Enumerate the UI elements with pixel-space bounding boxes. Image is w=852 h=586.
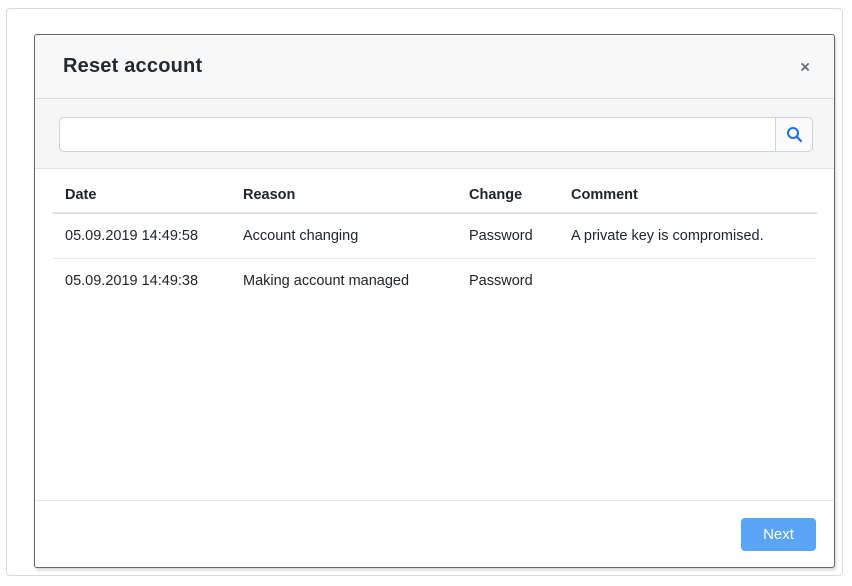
cell-comment: A private key is compromised. <box>558 213 817 259</box>
cell-change: Password <box>456 213 558 259</box>
table-header-row: Date Reason Change Comment <box>52 177 817 213</box>
table-row[interactable]: 05.09.2019 14:49:38 Making account manag… <box>52 259 817 304</box>
magnifier-icon <box>786 126 803 143</box>
search-button[interactable] <box>775 117 813 152</box>
window-frame: Reset account × <box>6 8 843 576</box>
search-section <box>35 99 834 169</box>
close-button[interactable]: × <box>794 54 816 79</box>
cell-reason: Making account managed <box>230 259 456 304</box>
reset-account-dialog: Reset account × <box>34 34 835 568</box>
cell-change: Password <box>456 259 558 304</box>
table-row[interactable]: 05.09.2019 14:49:58 Account changing Pas… <box>52 213 817 259</box>
dialog-title: Reset account <box>63 55 202 78</box>
close-icon: × <box>800 57 810 76</box>
history-table-section: Date Reason Change Comment 05.09.2019 14… <box>35 169 834 500</box>
search-input-group <box>59 117 813 152</box>
column-header-date: Date <box>52 177 230 213</box>
cell-reason: Account changing <box>230 213 456 259</box>
search-input[interactable] <box>59 117 776 152</box>
column-header-change: Change <box>456 177 558 213</box>
column-header-reason: Reason <box>230 177 456 213</box>
cell-comment <box>558 259 817 304</box>
cell-date: 05.09.2019 14:49:38 <box>52 259 230 304</box>
dialog-header: Reset account × <box>35 35 834 99</box>
next-button[interactable]: Next <box>741 518 816 551</box>
history-table: Date Reason Change Comment 05.09.2019 14… <box>52 177 817 303</box>
column-header-comment: Comment <box>558 177 817 213</box>
dialog-footer: Next <box>35 500 834 567</box>
cell-date: 05.09.2019 14:49:58 <box>52 213 230 259</box>
